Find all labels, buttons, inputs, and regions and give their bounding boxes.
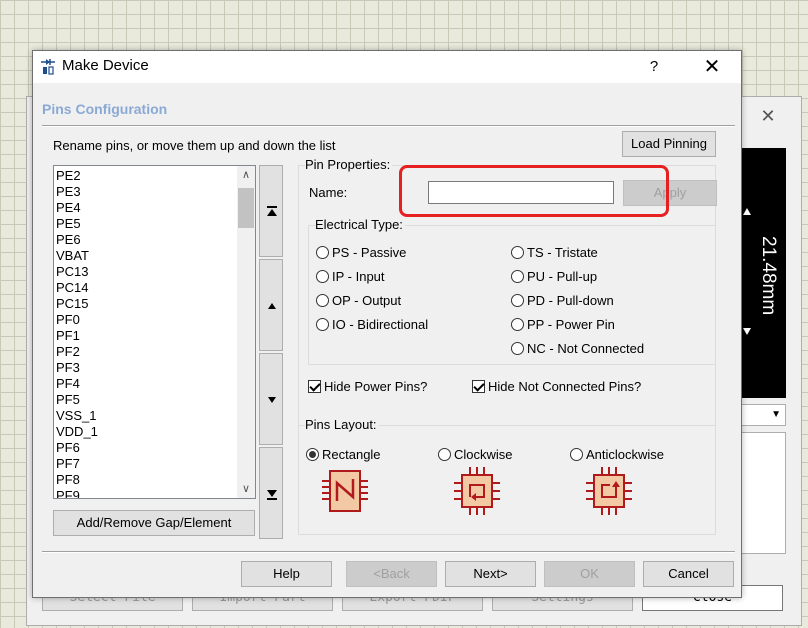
move-up-button[interactable] [259,259,283,351]
help-button[interactable]: Help [241,561,332,587]
radio-circle [511,294,524,307]
chevron-down-icon: ▼ [771,409,781,420]
radio-circle [316,270,329,283]
radio-input[interactable]: IP - Input [316,268,385,286]
dialog-title: Make Device [62,57,149,74]
pin-list-item[interactable]: PE4 [56,200,255,216]
radio-pull-up[interactable]: PU - Pull-up [511,268,597,286]
footer-divider [42,551,735,553]
dimension-label: 21.48mm [758,236,779,316]
move-up-icon [268,303,276,309]
pin-list-item[interactable]: PF8 [56,472,255,488]
pin-list-item[interactable]: VBAT [56,248,255,264]
pin-list-item[interactable]: PF0 [56,312,255,328]
pins-layout-label: Pins Layout: [305,417,379,432]
radio-layout-clockwise[interactable]: Clockwise [438,446,513,464]
pin-list-scrollbar[interactable]: ∧ ∨ [237,166,255,498]
pin-list-item[interactable]: PF4 [56,376,255,392]
radio-circle [316,318,329,331]
move-down-icon [268,397,276,403]
name-label: Name: [309,185,348,200]
highlight-annotation [399,165,669,217]
pin-list-item[interactable]: PE3 [56,184,255,200]
pin-list-item[interactable]: PC14 [56,280,255,296]
pin-list-item[interactable]: PC13 [56,264,255,280]
move-to-top-button[interactable] [259,165,283,257]
radio-passive[interactable]: PS - Passive [316,244,406,262]
radio-circle [316,294,329,307]
make-device-dialog: Make Device ? ✕ Pins Configuration Renam… [32,50,742,598]
radio-not-connected[interactable]: NC - Not Connected [511,340,644,358]
next-button[interactable]: Next> [445,561,536,587]
pin-list-item[interactable]: PC15 [56,296,255,312]
background-combo[interactable]: ▼ [740,404,786,426]
move-bottom-icon [267,490,277,500]
pin-list-item[interactable]: PE2 [56,168,255,184]
radio-circle [511,318,524,331]
background-text-area [740,432,786,554]
hide-nc-pins-checkbox[interactable]: Hide Not Connected Pins? [472,378,641,396]
radio-tristate[interactable]: TS - Tristate [511,244,598,262]
back-button[interactable]: <Back [346,561,437,587]
pin-list-item[interactable]: PF5 [56,392,255,408]
hide-power-pins-checkbox[interactable]: Hide Power Pins? [308,378,427,396]
pin-list-item[interactable]: PF2 [56,344,255,360]
checkbox-box [308,380,321,393]
pin-list[interactable]: PE2 PE3 PE4 PE5 PE6 VBAT PC13 PC14 PC15 PF0 PF1 PF2… [53,165,256,499]
rectangle-layout-icon [322,470,368,512]
page-title: Pins Configuration [42,101,168,117]
clockwise-layout-icon [454,467,500,515]
pin-list-item[interactable]: PF6 [56,440,255,456]
instructions-text: Rename pins, or move them up and down th… [53,138,336,153]
device-icon [41,59,55,75]
radio-pull-down[interactable]: PD - Pull-down [511,292,614,310]
radio-circle [511,270,524,283]
radio-power-pin[interactable]: PP - Power Pin [511,316,615,334]
radio-layout-rectangle[interactable]: Rectangle [306,446,381,464]
pin-list-item[interactable]: PF3 [56,360,255,376]
radio-bidirectional[interactable]: IO - Bidirectional [316,316,428,334]
pin-list-item[interactable]: PF9 [56,488,255,498]
pin-properties-label: Pin Properties: [305,157,393,172]
radio-circle [511,246,524,259]
radio-circle [438,448,451,461]
ok-button[interactable]: OK [544,561,635,587]
radio-circle [570,448,583,461]
cancel-button[interactable]: Cancel [643,561,734,587]
header-divider [42,125,735,127]
move-down-button[interactable] [259,353,283,445]
anticlockwise-layout-icon [586,467,632,515]
pin-list-item[interactable]: PE6 [56,232,255,248]
move-to-bottom-button[interactable] [259,447,283,539]
add-remove-gap-button[interactable]: Add/Remove Gap/Element [53,510,255,536]
background-close-icon[interactable]: ✕ [755,104,781,128]
close-icon[interactable]: ✕ [697,55,727,79]
title-bar: Make Device ? ✕ [33,51,741,83]
checkbox-box [472,380,485,393]
radio-output[interactable]: OP - Output [316,292,401,310]
help-icon[interactable]: ? [639,55,669,79]
scroll-thumb[interactable] [238,188,254,228]
scroll-up-icon[interactable]: ∧ [237,166,255,184]
pin-list-item[interactable]: PF1 [56,328,255,344]
pin-list-item[interactable]: PE5 [56,216,255,232]
pin-list-item[interactable]: VDD_1 [56,424,255,440]
radio-circle [511,342,524,355]
radio-circle [306,448,319,461]
pin-list-item[interactable]: VSS_1 [56,408,255,424]
radio-layout-anticlockwise[interactable]: Anticlockwise [570,446,664,464]
electrical-type-label: Electrical Type: [315,217,405,232]
move-top-icon [267,206,277,216]
pin-list-item[interactable]: PF7 [56,456,255,472]
scroll-down-icon[interactable]: ∨ [237,480,255,498]
load-pinning-button[interactable]: Load Pinning [622,131,716,157]
radio-circle [316,246,329,259]
